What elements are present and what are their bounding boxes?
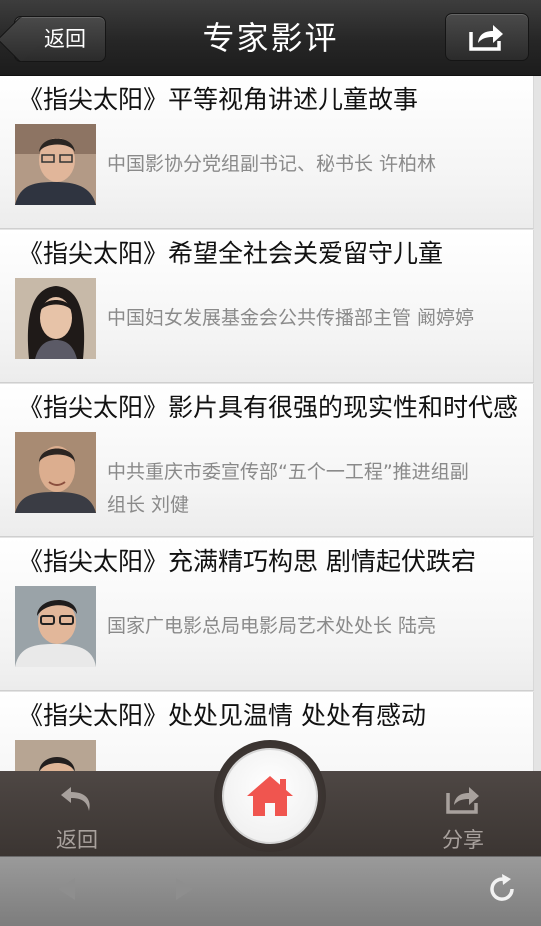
share-arrow-icon <box>446 787 479 814</box>
article-title: 《指尖太阳》影片具有很强的现实性和时代感 <box>18 393 519 422</box>
top-nav-bar: 返回 专家影评 <box>0 0 541 76</box>
browser-toolbar <box>0 856 541 926</box>
curved-back-arrow-icon <box>61 787 90 811</box>
bottom-share-button[interactable]: 分享 <box>418 781 508 854</box>
article-author: 国家广电影总局电影局艺术处处长 陆亮 <box>107 615 437 637</box>
article-author: 中国影协分党组副书记、秘书长 许柏林 <box>107 153 437 175</box>
article-title: 《指尖太阳》处处见温情 处处有感动 <box>18 701 426 730</box>
article-title: 《指尖太阳》充满精巧构思 剧情起伏跌宕 <box>18 547 476 576</box>
list-item[interactable]: 《指尖太阳》影片具有很强的现实性和时代感 中共重庆市委宣传部“五个一工程”推进组… <box>0 384 534 537</box>
browser-reload-button[interactable] <box>488 873 518 909</box>
home-button[interactable] <box>222 748 318 844</box>
author-photo <box>15 278 96 359</box>
triangle-left-icon <box>58 878 75 900</box>
article-author: 中共重庆市委宣传部“五个一工程”推进组副组长 刘健 <box>107 461 469 516</box>
browser-forward-button[interactable] <box>172 875 196 907</box>
list-item[interactable]: 《指尖太阳》希望全社会关爱留守儿童 中国妇女发展基金会公共传播部主管 阚婷婷 <box>0 230 534 383</box>
share-arrow-icon <box>469 25 503 51</box>
article-author: 中国妇女发展基金会公共传播部主管 阚婷婷 <box>107 307 475 329</box>
home-icon <box>247 776 293 816</box>
reload-icon <box>490 874 514 901</box>
list-item[interactable]: 《指尖太阳》充满精巧构思 剧情起伏跌宕 国家广电影总局电影局艺术处处长 陆亮 <box>0 538 534 691</box>
article-title: 《指尖太阳》希望全社会关爱留守儿童 <box>18 239 444 268</box>
list-item[interactable]: 《指尖太阳》平等视角讲述儿童故事 中国影协分党组副书记、秘书长 许柏林 <box>0 76 534 229</box>
bottom-back-label: 返回 <box>56 828 98 852</box>
header-share-button[interactable] <box>445 13 529 61</box>
article-list: 《指尖太阳》平等视角讲述儿童故事 中国影协分党组副书记、秘书长 许柏林 《指尖太… <box>0 76 541 846</box>
browser-back-button[interactable] <box>55 875 79 907</box>
triangle-right-icon <box>176 878 193 900</box>
bottom-back-button[interactable]: 返回 <box>32 781 122 854</box>
author-photo <box>15 586 96 667</box>
author-photo <box>15 432 96 513</box>
bottom-share-label: 分享 <box>442 828 484 852</box>
author-photo <box>15 124 96 205</box>
home-button-ring <box>214 740 326 852</box>
article-title: 《指尖太阳》平等视角讲述儿童故事 <box>18 85 419 114</box>
